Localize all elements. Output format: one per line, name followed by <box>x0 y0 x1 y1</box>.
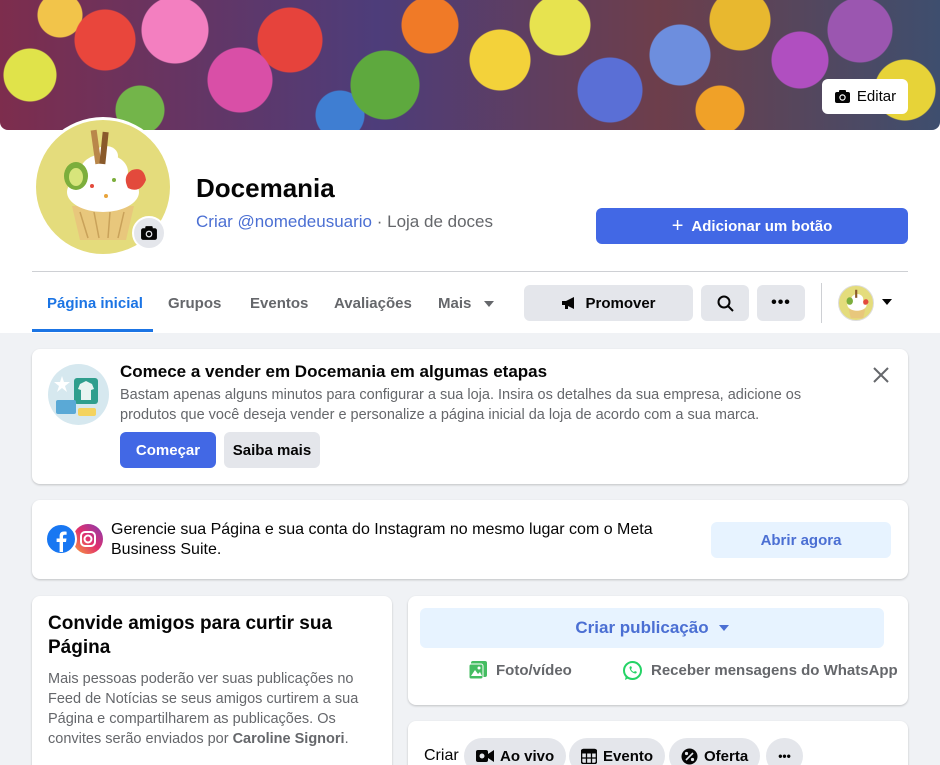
create-username-link[interactable]: Criar @nomedeusuario <box>196 212 372 231</box>
create-post-card: Criar publicação Foto/vídeo Receber mens… <box>408 596 908 705</box>
more-options-button[interactable]: ••• <box>757 285 805 321</box>
live-video-label: Ao vivo <box>500 747 555 765</box>
tab-groups[interactable]: Grupos <box>168 295 221 312</box>
megaphone-icon <box>562 297 575 309</box>
whatsapp-label: Receber mensagens do WhatsApp <box>651 662 898 679</box>
facebook-instagram-icon <box>46 523 103 555</box>
close-icon[interactable] <box>871 365 891 385</box>
shop-icon <box>48 364 109 425</box>
camera-icon <box>141 226 157 240</box>
active-tab-indicator <box>32 329 153 332</box>
event-label: Evento <box>603 747 654 765</box>
page-switcher-avatar[interactable] <box>838 285 874 321</box>
tab-more-label: Mais <box>438 295 472 312</box>
photo-video-label: Foto/vídeo <box>496 661 572 679</box>
promote-label: Promover <box>585 294 656 312</box>
caret-down-icon <box>718 625 729 631</box>
page-subtitle: Criar @nomedeusuario · Loja de doces <box>196 212 493 232</box>
subtitle-separator: · <box>372 212 388 231</box>
cupcake-logo <box>846 289 869 319</box>
page-title: Docemania <box>196 173 335 203</box>
header-divider <box>32 271 908 272</box>
whatsapp-button[interactable]: Receber mensagens do WhatsApp <box>622 660 898 681</box>
edit-cover-button[interactable]: Editar <box>822 79 908 114</box>
cover-photo <box>0 0 940 130</box>
invite-card-title: Convide amigos para curtir sua Página <box>48 613 333 658</box>
plus-icon: + <box>671 215 684 237</box>
tab-reviews[interactable]: Avaliações <box>334 295 412 312</box>
video-camera-icon <box>476 750 494 762</box>
open-now-button[interactable]: Abrir agora <box>711 522 891 558</box>
more-create-options-button[interactable]: ••• <box>766 738 803 765</box>
search-button[interactable] <box>701 285 749 321</box>
tab-home[interactable]: Página inicial <box>47 295 143 312</box>
add-button-button[interactable]: + Adicionar um botão <box>596 208 908 244</box>
shop-card-text: Bastam apenas alguns minutos para config… <box>120 387 802 423</box>
ellipsis-icon: ••• <box>778 749 791 763</box>
live-video-button[interactable]: Ao vivo <box>464 738 567 765</box>
invite-sender: Caroline Signori <box>232 731 345 747</box>
edit-cover-label: Editar <box>856 88 897 105</box>
search-icon <box>717 295 734 312</box>
offer-icon <box>681 748 698 764</box>
page-switcher-caret-icon[interactable] <box>882 299 892 305</box>
create-bar-label: Criar <box>424 747 459 764</box>
nav-separator <box>821 283 822 323</box>
invite-text-after: . <box>344 731 349 747</box>
calendar-icon <box>581 748 597 764</box>
create-post-button[interactable]: Criar publicação <box>420 608 884 648</box>
start-button[interactable]: Começar <box>120 432 216 468</box>
meta-card-text: Gerencie sua Página e sua conta do Insta… <box>111 521 653 558</box>
shop-card-title: Comece a vender em Docemania em algumas … <box>120 362 548 381</box>
meta-business-card: Gerencie sua Página e sua conta do Insta… <box>32 500 908 579</box>
create-post-label: Criar publicação <box>575 618 709 637</box>
page-category[interactable]: Loja de doces <box>387 212 493 231</box>
tab-more[interactable]: Mais <box>438 295 494 312</box>
add-button-label: Adicionar um botão <box>691 217 833 235</box>
photo-icon <box>468 661 487 680</box>
change-avatar-button[interactable] <box>132 216 166 250</box>
whatsapp-icon <box>623 661 642 680</box>
photo-video-button[interactable]: Foto/vídeo <box>468 660 572 680</box>
offer-label: Oferta <box>704 747 749 765</box>
page-header: Editar Docemania Criar @nomedeusuario · … <box>0 0 940 333</box>
invite-friends-card: Convide amigos para curtir sua Página Ma… <box>32 596 392 765</box>
camera-icon <box>834 90 850 103</box>
offer-button[interactable]: Oferta <box>669 738 761 765</box>
caret-down-icon <box>483 301 494 308</box>
promote-button[interactable]: Promover <box>524 285 693 321</box>
ellipsis-icon: ••• <box>771 294 791 311</box>
learn-more-button[interactable]: Saiba mais <box>224 432 320 468</box>
tab-events[interactable]: Eventos <box>250 295 308 312</box>
event-button[interactable]: Evento <box>569 738 666 765</box>
shop-setup-card: Comece a vender em Docemania em algumas … <box>32 349 908 484</box>
invite-card-text: Mais pessoas poderão ver suas publicaçõe… <box>48 669 378 749</box>
